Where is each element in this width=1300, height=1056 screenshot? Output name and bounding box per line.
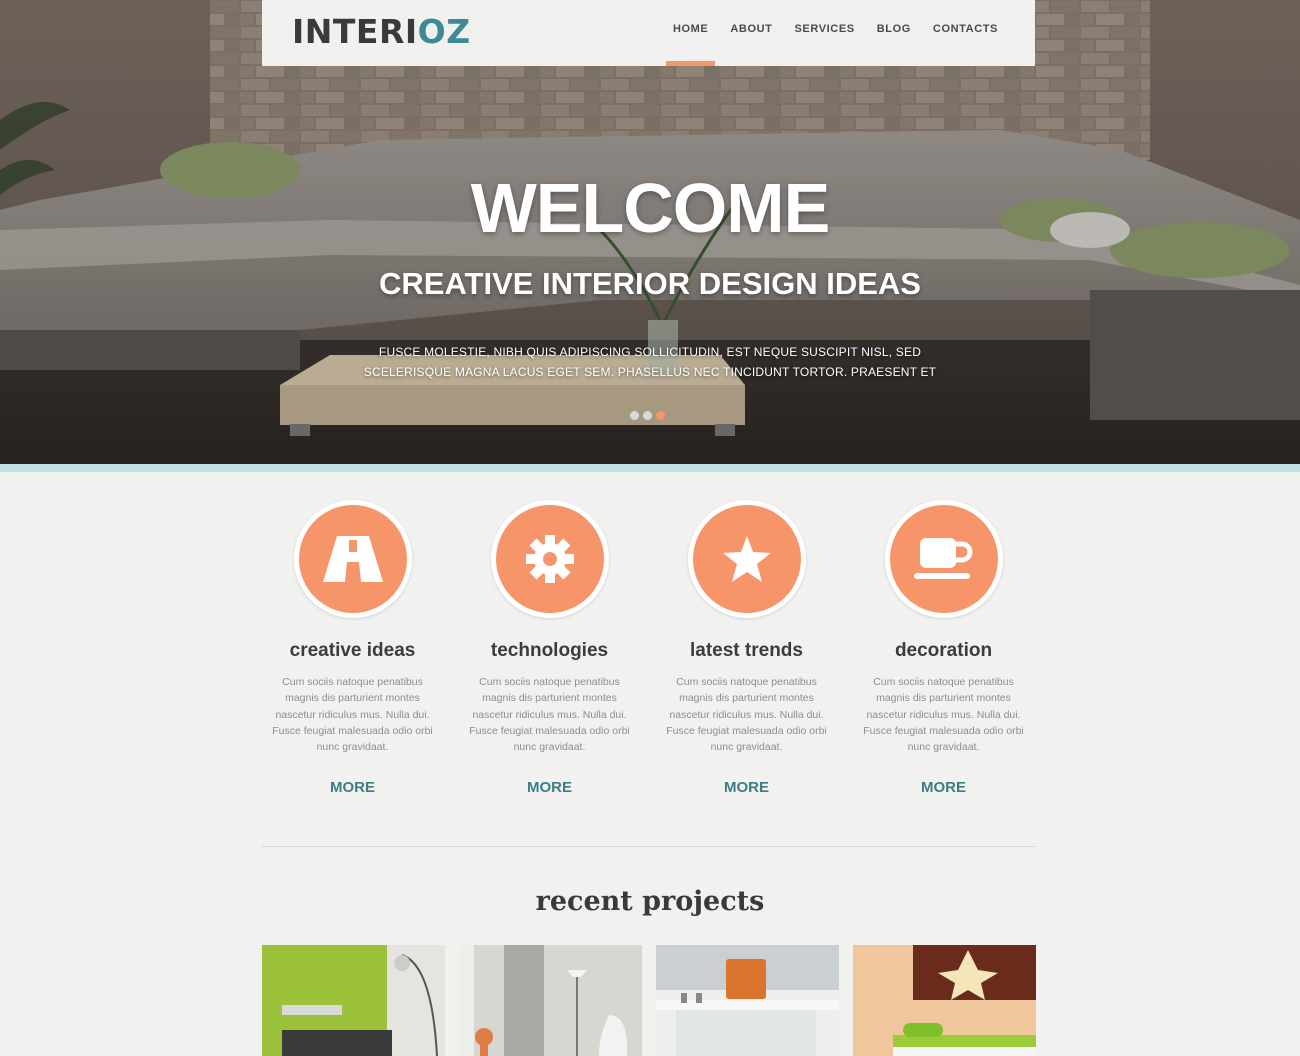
feature-text: Cum sociis natoque penatibus magnis dis … bbox=[666, 676, 827, 754]
nav-contacts[interactable]: CONTACTS bbox=[922, 23, 1009, 66]
hero-subtitle: CREATIVE INTERIOR DESIGN IDEAS bbox=[379, 266, 921, 301]
nav-about[interactable]: ABOUT bbox=[719, 23, 783, 66]
feature-title: decoration bbox=[894, 640, 993, 661]
hero-slider: INTERIOZ HOME ABOUT SERVICES BLOG CONTAC… bbox=[0, 0, 1300, 464]
project-thumbnail[interactable] bbox=[262, 945, 445, 1056]
feature-text: Cum sociis natoque penatibus magnis dis … bbox=[469, 676, 630, 754]
feature-text: Cum sociis natoque penatibus magnis dis … bbox=[863, 676, 1024, 754]
star-icon bbox=[722, 536, 771, 582]
recent-projects-title: recent projects bbox=[535, 886, 765, 917]
cup-icon bbox=[913, 538, 972, 579]
more-link[interactable]: MORE bbox=[254, 779, 451, 796]
feature-badge[interactable] bbox=[293, 500, 412, 618]
slider-dot-2[interactable] bbox=[643, 411, 652, 420]
header: INTERIOZ HOME ABOUT SERVICES BLOG CONTAC… bbox=[262, 0, 1035, 66]
main-nav: HOME ABOUT SERVICES BLOG CONTACTS bbox=[662, 23, 1009, 66]
project-image bbox=[853, 945, 1036, 1056]
feature-creative-ideas: creative ideas Cum sociis natoque penati… bbox=[254, 500, 451, 796]
more-link[interactable]: MORE bbox=[648, 779, 845, 796]
more-link[interactable]: MORE bbox=[845, 779, 1042, 796]
project-image bbox=[262, 945, 445, 1056]
nav-services[interactable]: SERVICES bbox=[783, 23, 865, 66]
project-thumbnail[interactable] bbox=[656, 945, 839, 1056]
hero-text: FUSCE MOLESTIE, NIBH QUIS ADIPISCING SOL… bbox=[363, 345, 937, 379]
hero-bottom-stripe bbox=[0, 464, 1300, 472]
project-thumbnail[interactable] bbox=[459, 945, 642, 1056]
feature-badge[interactable] bbox=[687, 500, 806, 618]
slider-dot-1[interactable] bbox=[630, 411, 639, 420]
nav-blog[interactable]: BLOG bbox=[866, 23, 922, 66]
feature-badge[interactable] bbox=[490, 500, 609, 618]
feature-title: creative ideas bbox=[289, 640, 416, 661]
project-image bbox=[459, 945, 642, 1056]
hero-title: WELCOME bbox=[470, 169, 831, 247]
feature-text: Cum sociis natoque penatibus magnis dis … bbox=[272, 676, 433, 754]
feature-title: latest trends bbox=[690, 640, 803, 661]
nav-home[interactable]: HOME bbox=[662, 23, 719, 66]
road-icon bbox=[322, 536, 383, 582]
feature-decoration: decoration Cum sociis natoque penatibus … bbox=[845, 500, 1042, 796]
feature-badge[interactable] bbox=[884, 500, 1003, 618]
feature-technologies: technologies Cum sociis natoque penatibu… bbox=[451, 500, 648, 796]
project-image bbox=[656, 945, 839, 1056]
slider-pagination bbox=[630, 411, 665, 420]
more-link[interactable]: MORE bbox=[451, 779, 648, 796]
features-section: creative ideas Cum sociis natoque penati… bbox=[254, 500, 1044, 820]
feature-latest-trends: latest trends Cum sociis natoque penatib… bbox=[648, 500, 845, 796]
slider-dot-3[interactable] bbox=[656, 411, 665, 420]
feature-title: technologies bbox=[490, 640, 609, 661]
project-thumbnail[interactable] bbox=[853, 945, 1036, 1056]
section-divider bbox=[262, 846, 1035, 847]
logo[interactable]: INTERIOZ bbox=[292, 12, 471, 51]
gear-icon bbox=[525, 535, 574, 583]
